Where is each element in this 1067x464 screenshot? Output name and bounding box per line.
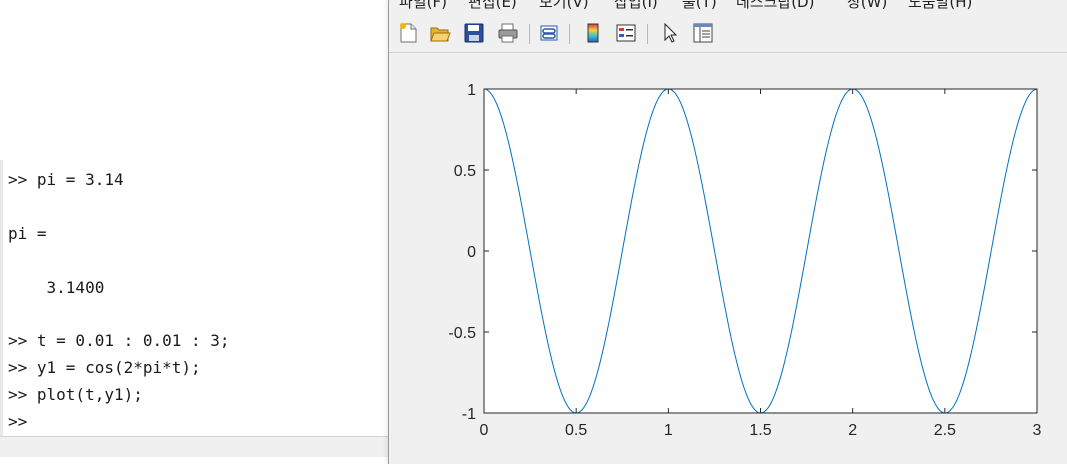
y-tick-label: -1 [462, 406, 476, 423]
y-tick-label: 0.5 [454, 163, 476, 180]
menu-window[interactable]: 창(W) [847, 0, 887, 12]
save-icon[interactable] [461, 20, 487, 46]
command-window[interactable]: >> pi = 3.14 pi = 3.1400 >> t = 0.01 : 0… [0, 0, 390, 457]
menu-view[interactable]: 보기(V) [539, 0, 589, 12]
x-tick-label: 3 [1033, 422, 1042, 439]
x-tick-label: 0 [480, 422, 489, 439]
command-window-status-strip [0, 436, 390, 457]
command-prompt[interactable]: >> [8, 412, 27, 432]
figure-menubar: 파일(F) 편집(E) 보기(V) 삽입(I) 툴(T) 데스크탑(D) 창(W… [389, 0, 1067, 14]
menu-desktop[interactable]: 데스크탑(D) [736, 0, 814, 12]
toolbar-separator [569, 24, 570, 44]
y-tick-label: 0 [467, 244, 476, 261]
menu-help[interactable]: 도움말(H) [908, 0, 972, 12]
y-tick-label: 1 [467, 82, 476, 99]
axes-background [484, 89, 1037, 413]
figure-window[interactable]: 파일(F) 편집(E) 보기(V) 삽입(I) 툴(T) 데스크탑(D) 창(W… [388, 0, 1067, 464]
menu-file[interactable]: 파일(F) [399, 0, 447, 12]
x-tick-label: 2 [848, 422, 857, 439]
y-tick-label: -0.5 [448, 325, 476, 342]
command-line: >> plot(t,y1); [8, 385, 143, 404]
open-file-icon[interactable] [427, 20, 453, 46]
menu-insert[interactable]: 삽입(I) [614, 0, 658, 12]
insert-legend-icon[interactable] [613, 20, 639, 46]
menu-edit[interactable]: 편집(E) [468, 0, 517, 12]
command-output-value: 3.1400 [8, 278, 105, 297]
x-tick-label: 0.5 [565, 422, 587, 439]
command-window-gutter [0, 160, 3, 436]
command-line: >> pi = 3.14 [8, 170, 124, 189]
command-output-label: pi = [8, 224, 47, 243]
line-plot[interactable]: 0 0.5 1 1.5 2 2.5 3 1 0.5 0 -0.5 -1 [389, 53, 1067, 464]
x-tick-label: 1 [664, 422, 673, 439]
edit-plot-arrow-icon[interactable] [657, 20, 683, 46]
figure-toolbar [389, 14, 1067, 53]
property-editor-icon[interactable] [690, 20, 716, 46]
toolbar-separator [647, 24, 648, 44]
link-plot-icon[interactable] [536, 20, 562, 46]
figure-canvas[interactable]: 0 0.5 1 1.5 2 2.5 3 1 0.5 0 -0.5 -1 [389, 53, 1067, 464]
new-figure-icon[interactable] [395, 20, 421, 46]
command-line: >> t = 0.01 : 0.01 : 3; [8, 331, 230, 350]
x-tick-label: 1.5 [749, 422, 771, 439]
toolbar-separator [529, 24, 530, 44]
command-line: >> y1 = cos(2*pi*t); [8, 358, 201, 377]
print-icon[interactable] [495, 20, 521, 46]
insert-colorbar-icon[interactable] [580, 20, 606, 46]
menu-tools[interactable]: 툴(T) [682, 0, 717, 12]
x-tick-label: 2.5 [934, 422, 956, 439]
